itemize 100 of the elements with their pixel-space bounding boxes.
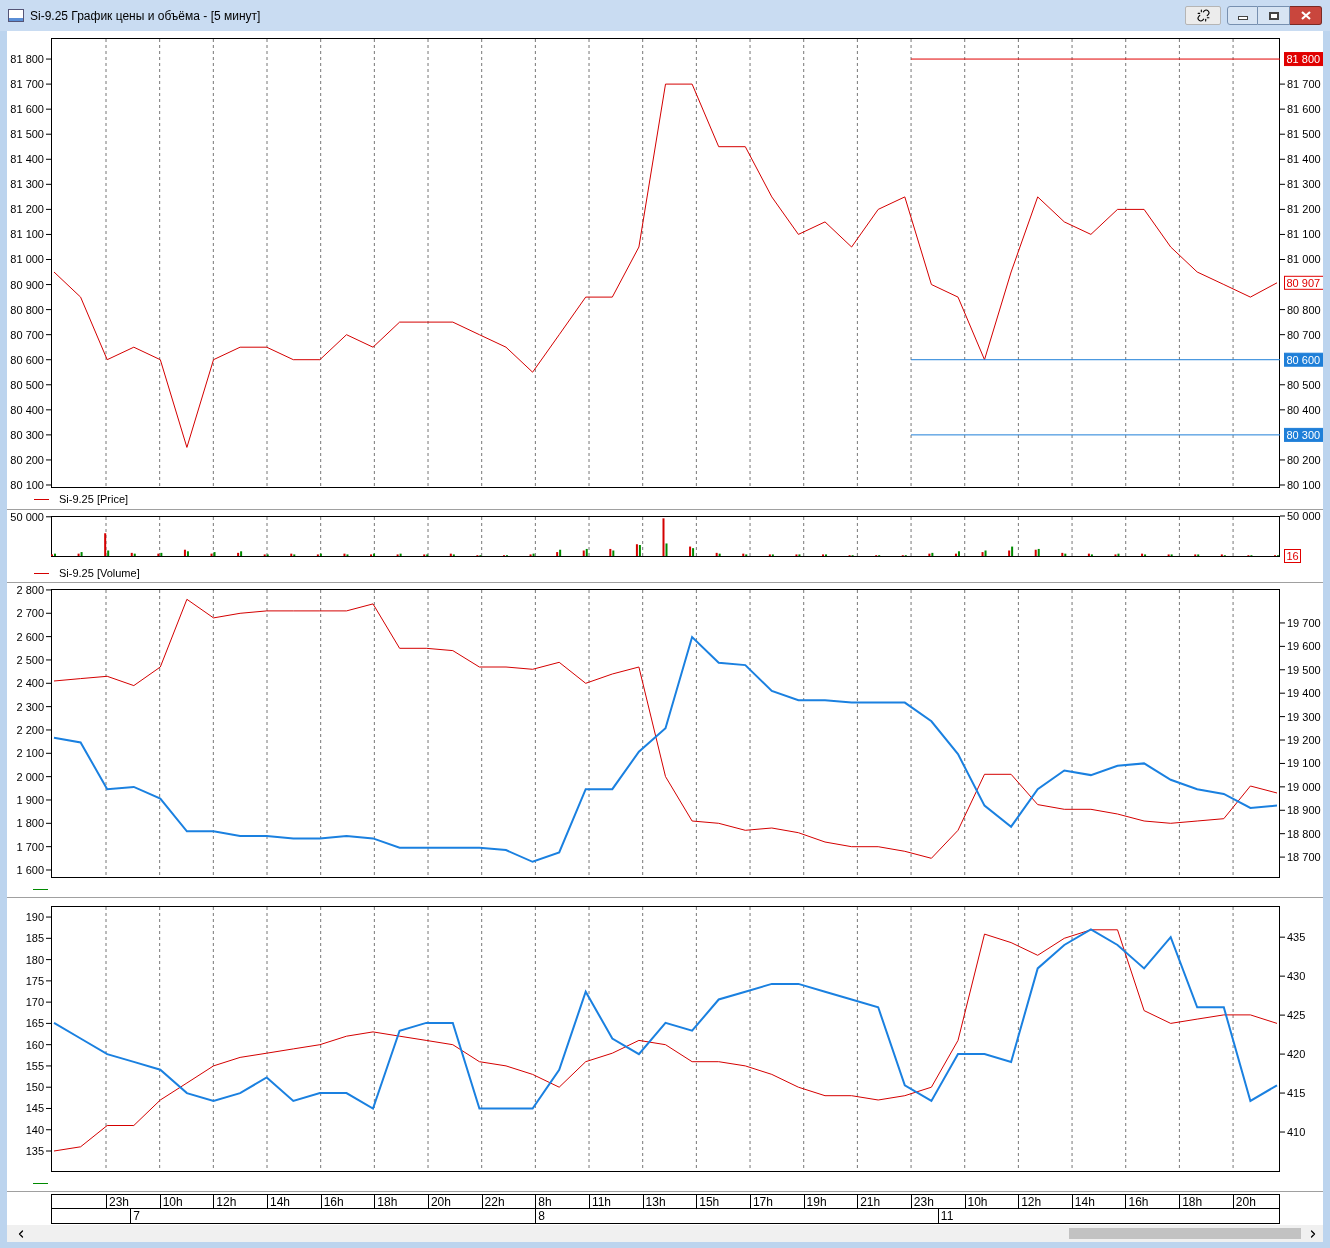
axis-label: 410: [1287, 1126, 1306, 1139]
axis-label: 19 700: [1287, 616, 1321, 629]
axis-label: 135: [25, 1145, 44, 1157]
axis-label: 50 000: [1287, 510, 1321, 522]
axis-label: 19 400: [1287, 687, 1321, 700]
axis-label: 2 200: [16, 723, 44, 736]
hour-label: 12h: [216, 1195, 237, 1208]
hour-label: 20h: [430, 1195, 451, 1208]
axis-label: 81 100: [10, 228, 44, 241]
hour-label: 15h: [699, 1195, 720, 1208]
close-icon: [1300, 11, 1311, 20]
axis-label: 18 700: [1287, 851, 1321, 864]
axis-label: 430: [1287, 970, 1306, 983]
axis-label: 420: [1287, 1048, 1306, 1061]
close-button[interactable]: [1290, 6, 1322, 25]
value-tag: 80 907: [1284, 275, 1323, 290]
day-label: 7: [133, 1209, 140, 1223]
axis-label: 155: [25, 1059, 44, 1072]
axis-label: 81 700: [10, 78, 44, 91]
axis-label: 81 600: [10, 103, 44, 116]
axis-label: 81 500: [1287, 128, 1321, 141]
axis-label: 80 800: [10, 303, 44, 316]
axis-label: 80 500: [1287, 378, 1321, 391]
axis-label: 1 700: [16, 840, 44, 853]
value-tag: 16: [1284, 549, 1301, 563]
axis-label: 81 800: [10, 53, 44, 66]
hour-label: 17h: [752, 1195, 773, 1208]
axis-label: 81 300: [10, 178, 44, 191]
axis-label: 415: [1287, 1087, 1306, 1100]
horizontal-scrollbar[interactable]: [7, 1225, 1323, 1242]
maximize-icon: [1268, 11, 1279, 20]
axis-label: 80 300: [10, 428, 44, 441]
axis-label: 81 300: [1287, 178, 1321, 191]
axis-label: 190: [25, 911, 44, 924]
axis-label: 19 600: [1287, 640, 1321, 653]
axis-label: 150: [25, 1081, 44, 1094]
price-tag: 80 300: [1284, 427, 1323, 442]
axis-label: 19 000: [1287, 780, 1321, 793]
axis-label: 160: [25, 1038, 44, 1051]
axis-label: 175: [25, 974, 44, 987]
axis-label: 2 700: [16, 607, 44, 620]
axis-label: 80 700: [10, 328, 44, 341]
axis-label: 50 000: [10, 510, 44, 523]
legend-label: Si-9.25 [Volume]: [59, 565, 140, 581]
hour-label: 12h: [1021, 1195, 1042, 1208]
hour-label: 22h: [484, 1195, 505, 1208]
hour-label: 10h: [967, 1195, 988, 1208]
hour-label: 18h: [377, 1195, 398, 1208]
axis-label: 18 900: [1287, 804, 1321, 817]
axis-label: 81 400: [10, 153, 44, 166]
day-label: 11: [940, 1209, 954, 1223]
axis-label: 80 100: [10, 479, 44, 490]
axis-label: 19 100: [1287, 757, 1321, 770]
axis-label: 81 000: [1287, 253, 1321, 266]
axis-label: 80 200: [10, 453, 44, 466]
axis-label: 170: [25, 996, 44, 1009]
price-tag: 80 600: [1284, 352, 1323, 367]
minimize-icon: [1237, 16, 1248, 20]
axis-label: 2 300: [16, 700, 44, 713]
hour-label: 16h: [323, 1195, 344, 1208]
price-tag: 81 800: [1284, 52, 1323, 67]
axis-label: 19 200: [1287, 734, 1321, 746]
window-icon: [8, 9, 24, 22]
axis-label: 425: [1287, 1009, 1306, 1022]
axis-label: 81 100: [1287, 228, 1321, 241]
scrollbar-thumb[interactable]: [1069, 1228, 1301, 1239]
axis-label: 80 900: [10, 278, 44, 291]
axis-label: 81 200: [10, 203, 44, 216]
unlink-icon: [1196, 9, 1210, 22]
axis-label: 80 600: [10, 353, 44, 366]
axis-label: 2 500: [16, 653, 44, 666]
hour-label: 16h: [1128, 1195, 1149, 1208]
legend-line: [34, 499, 49, 500]
legend-line: [34, 572, 49, 574]
axis-label: 1 800: [16, 817, 44, 830]
axis-label: 2 000: [16, 770, 44, 783]
hour-label: 14h: [1074, 1195, 1095, 1208]
axis-label: 81 000: [10, 253, 44, 266]
axis-label: 1 900: [16, 794, 44, 806]
maximize-button[interactable]: [1258, 6, 1290, 25]
axis-label: 81 700: [1287, 78, 1321, 91]
unlink-button[interactable]: [1185, 6, 1221, 25]
hour-label: 23h: [109, 1195, 130, 1208]
hour-label: 8h: [538, 1195, 552, 1208]
axis-label: 80 400: [1287, 403, 1321, 416]
axis-label: 80 100: [1287, 479, 1321, 490]
axis-label: 165: [25, 1017, 44, 1030]
axis-label: 81 400: [1287, 153, 1321, 166]
axis-label: 80 200: [1287, 453, 1321, 466]
axis-label: 19 500: [1287, 663, 1321, 676]
hour-label: 11h: [591, 1195, 612, 1208]
axis-label: 80 500: [10, 378, 44, 391]
hour-label: 20h: [1235, 1195, 1256, 1208]
minimize-button[interactable]: [1227, 6, 1258, 25]
axis-label: 185: [25, 932, 44, 945]
axis-label: 145: [25, 1102, 44, 1115]
hour-label: 10h: [162, 1195, 183, 1208]
axis-label: 180: [25, 953, 44, 966]
axis-label: 18 800: [1287, 827, 1321, 840]
axis-label: 140: [25, 1123, 44, 1136]
